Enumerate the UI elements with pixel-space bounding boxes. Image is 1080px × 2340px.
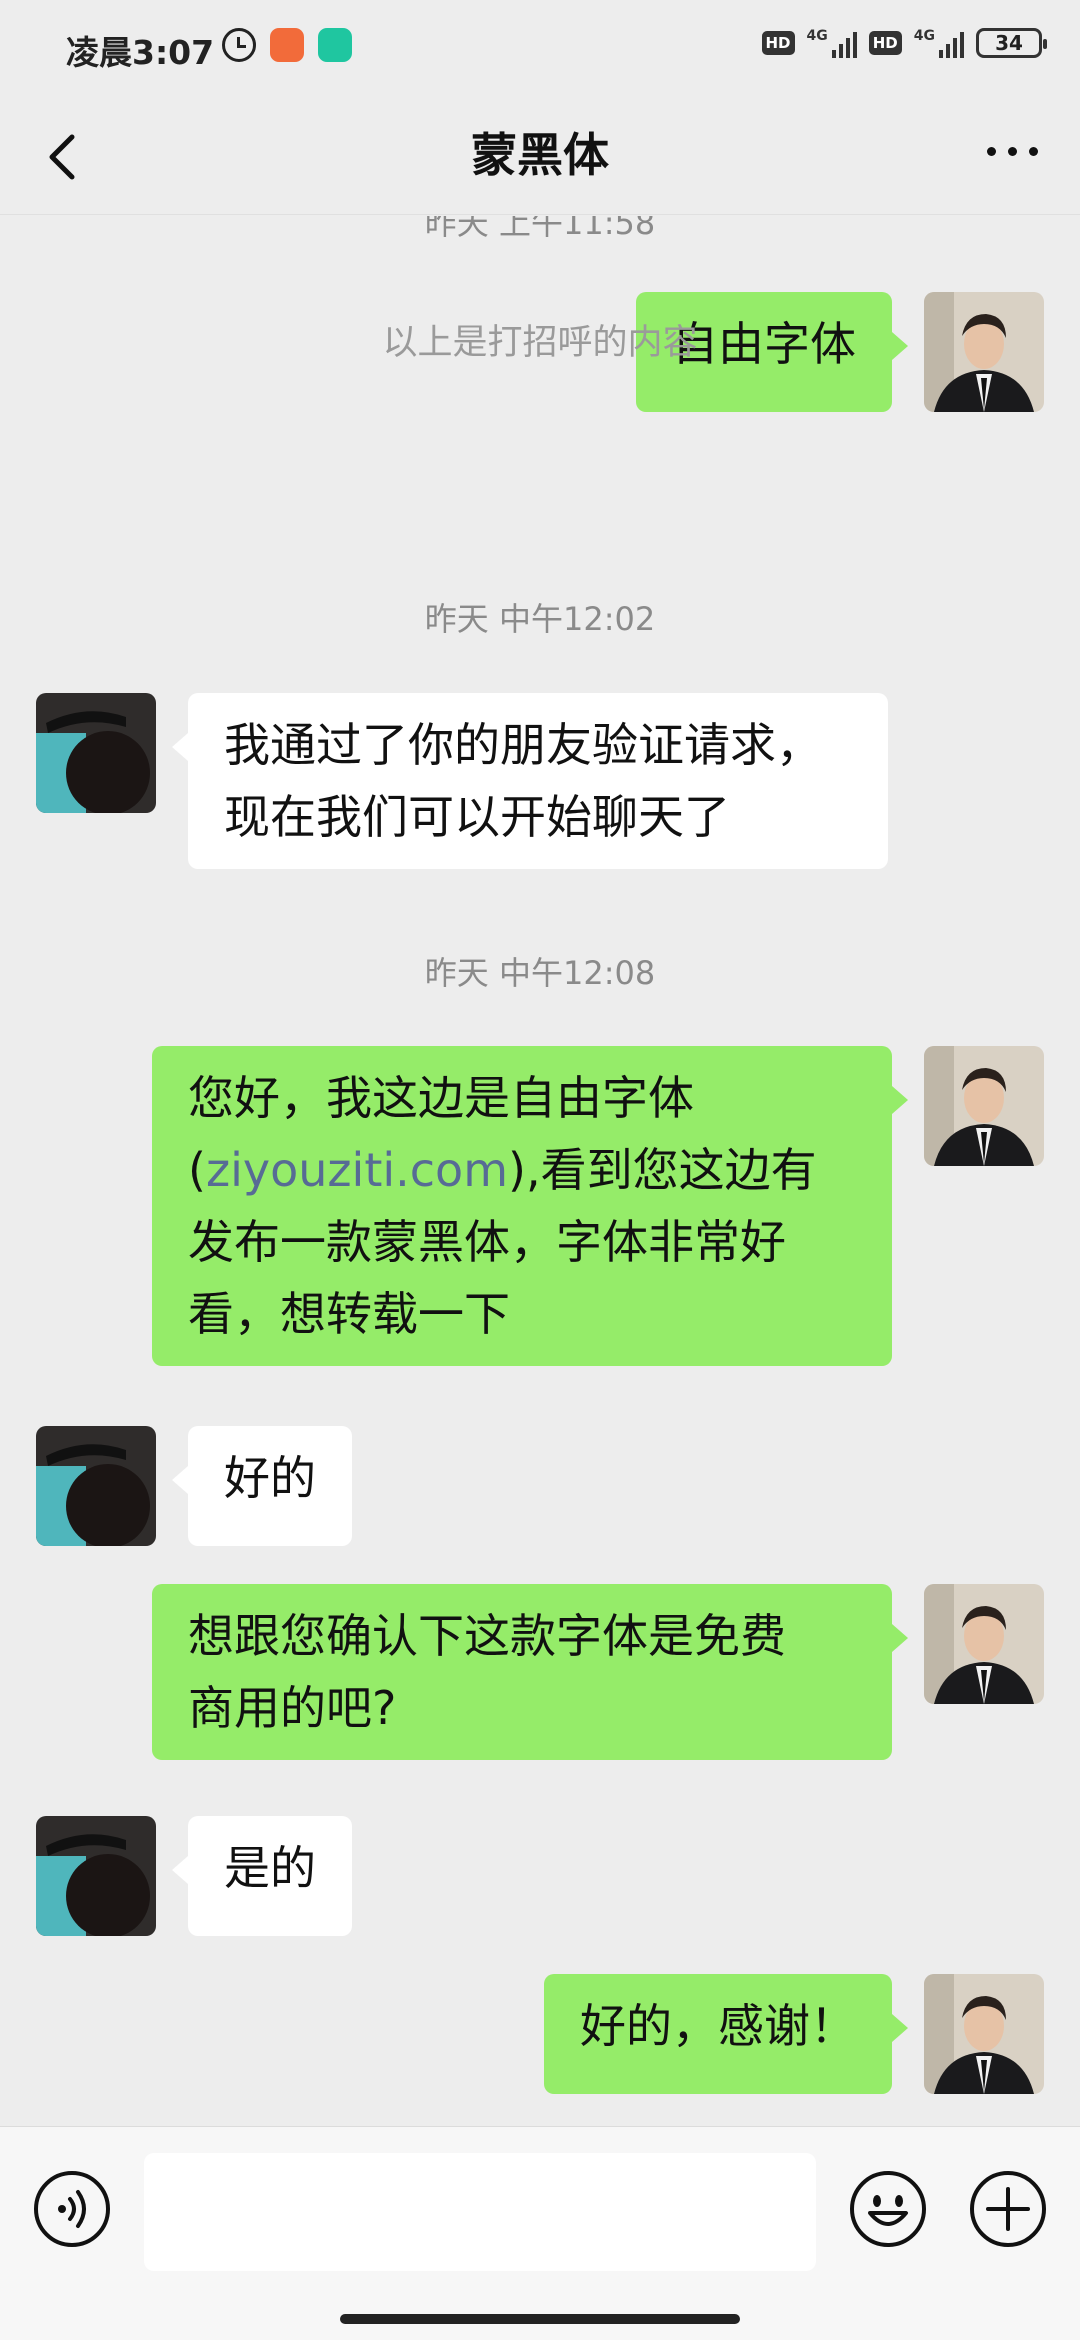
contact-avatar[interactable] [36, 693, 156, 813]
message-text-line: 发布一款蒙黑体，字体非常好 [188, 1215, 786, 1269]
hd-badge: HD [761, 31, 795, 55]
plus-button[interactable] [968, 2169, 1048, 2249]
my-avatar[interactable] [924, 1046, 1044, 1166]
emoji-icon [850, 2171, 926, 2247]
emoji-button[interactable] [848, 2169, 928, 2249]
more-button[interactable] [980, 139, 1044, 163]
timestamp: 昨天 中午12:08 [424, 954, 656, 992]
message-link[interactable]: ziyouziti.com [206, 1143, 508, 1197]
contact-avatar[interactable] [36, 1426, 156, 1546]
voice-button[interactable] [32, 2169, 112, 2249]
status-bar: 凌晨3:07 HD 4G HD 4G 34 [0, 0, 1080, 95]
my-message-bubble[interactable]: 好的，感谢！ [544, 1974, 908, 2094]
message-text-line: 我通过了你的朋友验证请求， [224, 718, 822, 772]
voice-icon [34, 2171, 110, 2247]
message-text-line: 商用的吧? [188, 1681, 397, 1735]
hd-badge-2: HD [868, 31, 902, 55]
contact-message-bubble[interactable]: 我通过了你的朋友验证请求， 现在我们可以开始聊天了 [172, 693, 888, 869]
message-text: 好的，感谢！ [580, 1999, 856, 2053]
my-message-bubble[interactable]: 想跟您确认下这款字体是免费 商用的吧? [152, 1584, 908, 1760]
chat-title: 蒙黑体 [471, 128, 609, 182]
message-text-line: 看，想转载一下 [188, 1287, 510, 1341]
status-time: 凌晨3:07 [66, 33, 215, 72]
my-message-bubble[interactable]: 您好，我这边是自由字体 (ziyouziti.com),看到您这边有 发布一款蒙… [152, 1046, 908, 1366]
contact-avatar[interactable] [36, 1816, 156, 1936]
message-text: 好的 [224, 1451, 316, 1505]
my-avatar[interactable] [924, 1974, 1044, 2094]
battery-icon: 34 [976, 28, 1047, 58]
home-indicator[interactable] [340, 2314, 740, 2324]
app-notification-icon [270, 28, 304, 62]
network-label: 4G [806, 28, 828, 44]
message-text-line: 现在我们可以开始聊天了 [224, 790, 730, 844]
battery-level: 34 [995, 31, 1023, 55]
app-notification-icon-2 [318, 28, 352, 62]
message-text-line: (ziyouziti.com),看到您这边有 [188, 1143, 817, 1197]
my-avatar[interactable] [924, 1584, 1044, 1704]
chat-header: 蒙黑体 [0, 95, 1080, 215]
system-notice: 以上是打招呼的内容 [382, 323, 698, 363]
contact-message-bubble[interactable]: 是的 [172, 1816, 352, 1936]
network-label-2: 4G [913, 28, 935, 44]
more-dots-icon [986, 146, 996, 156]
contact-message-bubble[interactable]: 好的 [172, 1426, 352, 1546]
message-input[interactable] [144, 2153, 816, 2271]
signal-icon [831, 28, 857, 58]
message-text-line: 想跟您确认下这款字体是免费 [188, 1609, 786, 1663]
signal-icon-2 [939, 28, 964, 58]
timestamp: 昨天 上午11:58 [424, 216, 656, 242]
input-bar [0, 2126, 1080, 2340]
message-list[interactable]: 昨天 上午11:58 自由字体 以上是打招呼的内容 昨天 中午12:02 我通过… [0, 216, 1080, 2126]
alarm-icon [222, 28, 256, 62]
message-text: 是的 [224, 1841, 316, 1895]
timestamp: 昨天 中午12:02 [424, 600, 656, 638]
plus-icon [970, 2171, 1046, 2247]
message-text-line: 您好，我这边是自由字体 [188, 1071, 694, 1125]
